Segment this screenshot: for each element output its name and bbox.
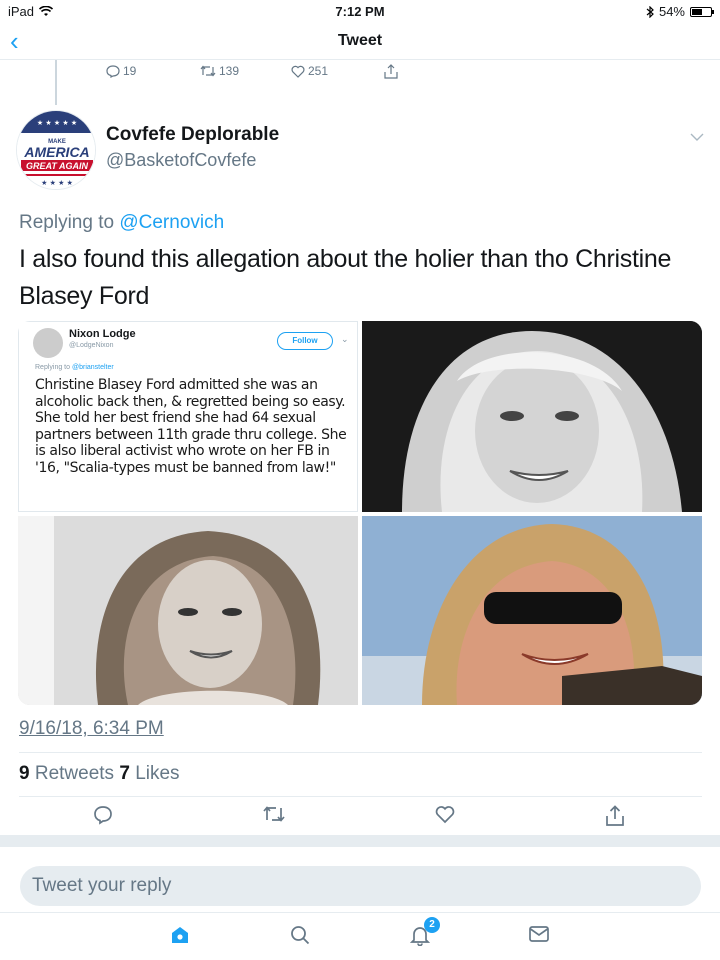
- tab-messages[interactable]: [528, 925, 550, 948]
- likes-stat[interactable]: 7 Likes: [119, 763, 179, 784]
- author-name[interactable]: Covfefe Deplorable: [106, 124, 279, 146]
- embedded-author-name: Nixon Lodge: [69, 328, 136, 340]
- retweets-label: Retweets: [34, 763, 115, 784]
- heart-icon: [291, 65, 305, 78]
- replying-to-link[interactable]: @Cernovich: [119, 212, 224, 233]
- nav-bar: ‹ Tweet: [0, 24, 720, 60]
- logo-line-2: AMERICA: [23, 144, 89, 160]
- embedded-chevron-down-icon: ⌄: [341, 334, 349, 344]
- share-icon: [606, 805, 624, 826]
- parent-tweet-actions: 19 139 251: [0, 60, 720, 84]
- svg-text:★ ★ ★ ★: ★ ★ ★ ★: [41, 179, 73, 187]
- tweet-timestamp[interactable]: 9/16/18, 6:34 PM: [19, 718, 164, 740]
- embedded-replying-to-link: @brianstelter: [71, 364, 114, 371]
- media-grid: Nixon Lodge @LodgeNixon Follow ⌄ Replyin…: [18, 321, 702, 705]
- page-title: Tweet: [337, 32, 383, 49]
- likes-label: Likes: [135, 763, 180, 784]
- divider: [19, 796, 702, 797]
- tab-bar: 2: [0, 912, 720, 960]
- like-button[interactable]: [435, 805, 455, 829]
- share-button[interactable]: [605, 805, 625, 832]
- tab-search[interactable]: [290, 925, 310, 950]
- share-icon: [384, 64, 398, 79]
- section-gap: [0, 835, 720, 847]
- parent-reply-button[interactable]: 19: [106, 64, 136, 78]
- battery-level: [692, 8, 702, 15]
- reply-input[interactable]: [20, 866, 701, 906]
- parent-like-button[interactable]: 251: [291, 64, 328, 78]
- likes-count: 7: [119, 763, 130, 784]
- tweet-text: I also found this allegation about the h…: [19, 245, 672, 310]
- embedded-author-handle: @LodgeNixon: [69, 342, 114, 349]
- divider: [19, 752, 702, 753]
- tweet-stats: 9 Retweets 7 Likes: [19, 763, 180, 785]
- make-america-great-again-logo: MAKE AMERICA GREAT AGAIN ★ ★ ★ ★ ★ ★ ★ ★…: [17, 111, 95, 189]
- reply-button[interactable]: [93, 805, 113, 830]
- envelope-icon: [529, 926, 549, 942]
- notifications-badge: 2: [424, 917, 440, 933]
- embedded-avatar: [33, 328, 63, 358]
- status-bar-right: 54%: [646, 4, 714, 19]
- replying-prefix: Replying to: [19, 212, 115, 233]
- status-time: 7:12 PM: [335, 4, 385, 19]
- logo-line-3: GREAT AGAIN: [26, 161, 88, 171]
- reply-box[interactable]: [20, 866, 701, 906]
- tweet-actions: [0, 803, 720, 833]
- reply-icon: [106, 64, 120, 78]
- embedded-tweet-screenshot[interactable]: Nixon Lodge @LodgeNixon Follow ⌄ Replyin…: [18, 321, 358, 512]
- search-icon: [291, 926, 310, 945]
- parent-like-count: 251: [308, 64, 329, 78]
- embedded-replying-to: Replying to @brianstelter: [35, 364, 114, 371]
- retweet-button[interactable]: [262, 805, 286, 828]
- chevron-down-icon[interactable]: [690, 128, 704, 146]
- photo-yearbook-portrait[interactable]: [362, 321, 702, 512]
- retweet-icon: [200, 65, 216, 77]
- tab-home[interactable]: [170, 925, 190, 950]
- battery-icon: [690, 6, 714, 17]
- author-handle[interactable]: @BasketofCovfefe: [106, 150, 256, 171]
- battery-percent: 54%: [658, 4, 685, 19]
- replying-to: Replying to @Cernovich: [19, 212, 224, 234]
- retweet-icon: [263, 806, 285, 822]
- heart-icon: [435, 806, 455, 824]
- parent-share-button[interactable]: [384, 64, 398, 79]
- svg-text:★ ★ ★ ★ ★: ★ ★ ★ ★ ★: [37, 119, 77, 127]
- status-bar: iPad 7:12 PM 54%: [0, 0, 720, 24]
- reply-icon: [94, 806, 112, 825]
- parent-retweet-count: 139: [219, 64, 240, 78]
- embedded-tweet-text: Christine Blasey Ford admitted she was a…: [35, 377, 347, 476]
- tab-notifications[interactable]: 2: [409, 917, 440, 951]
- home-icon: [172, 927, 188, 943]
- bluetooth-icon: [646, 5, 654, 18]
- avatar[interactable]: MAKE AMERICA GREAT AGAIN ★ ★ ★ ★ ★ ★ ★ ★…: [16, 110, 96, 190]
- parent-reply-count: 19: [123, 64, 137, 78]
- photo-portrait-bw[interactable]: [18, 516, 358, 705]
- embedded-replying-prefix: Replying to: [35, 364, 71, 371]
- parent-retweet-button[interactable]: 139: [200, 64, 239, 78]
- photo-sunglasses[interactable]: [362, 516, 702, 705]
- retweets-stat[interactable]: 9 Retweets: [19, 763, 114, 784]
- retweets-count: 9: [19, 763, 30, 784]
- embedded-follow-button: Follow: [277, 332, 333, 350]
